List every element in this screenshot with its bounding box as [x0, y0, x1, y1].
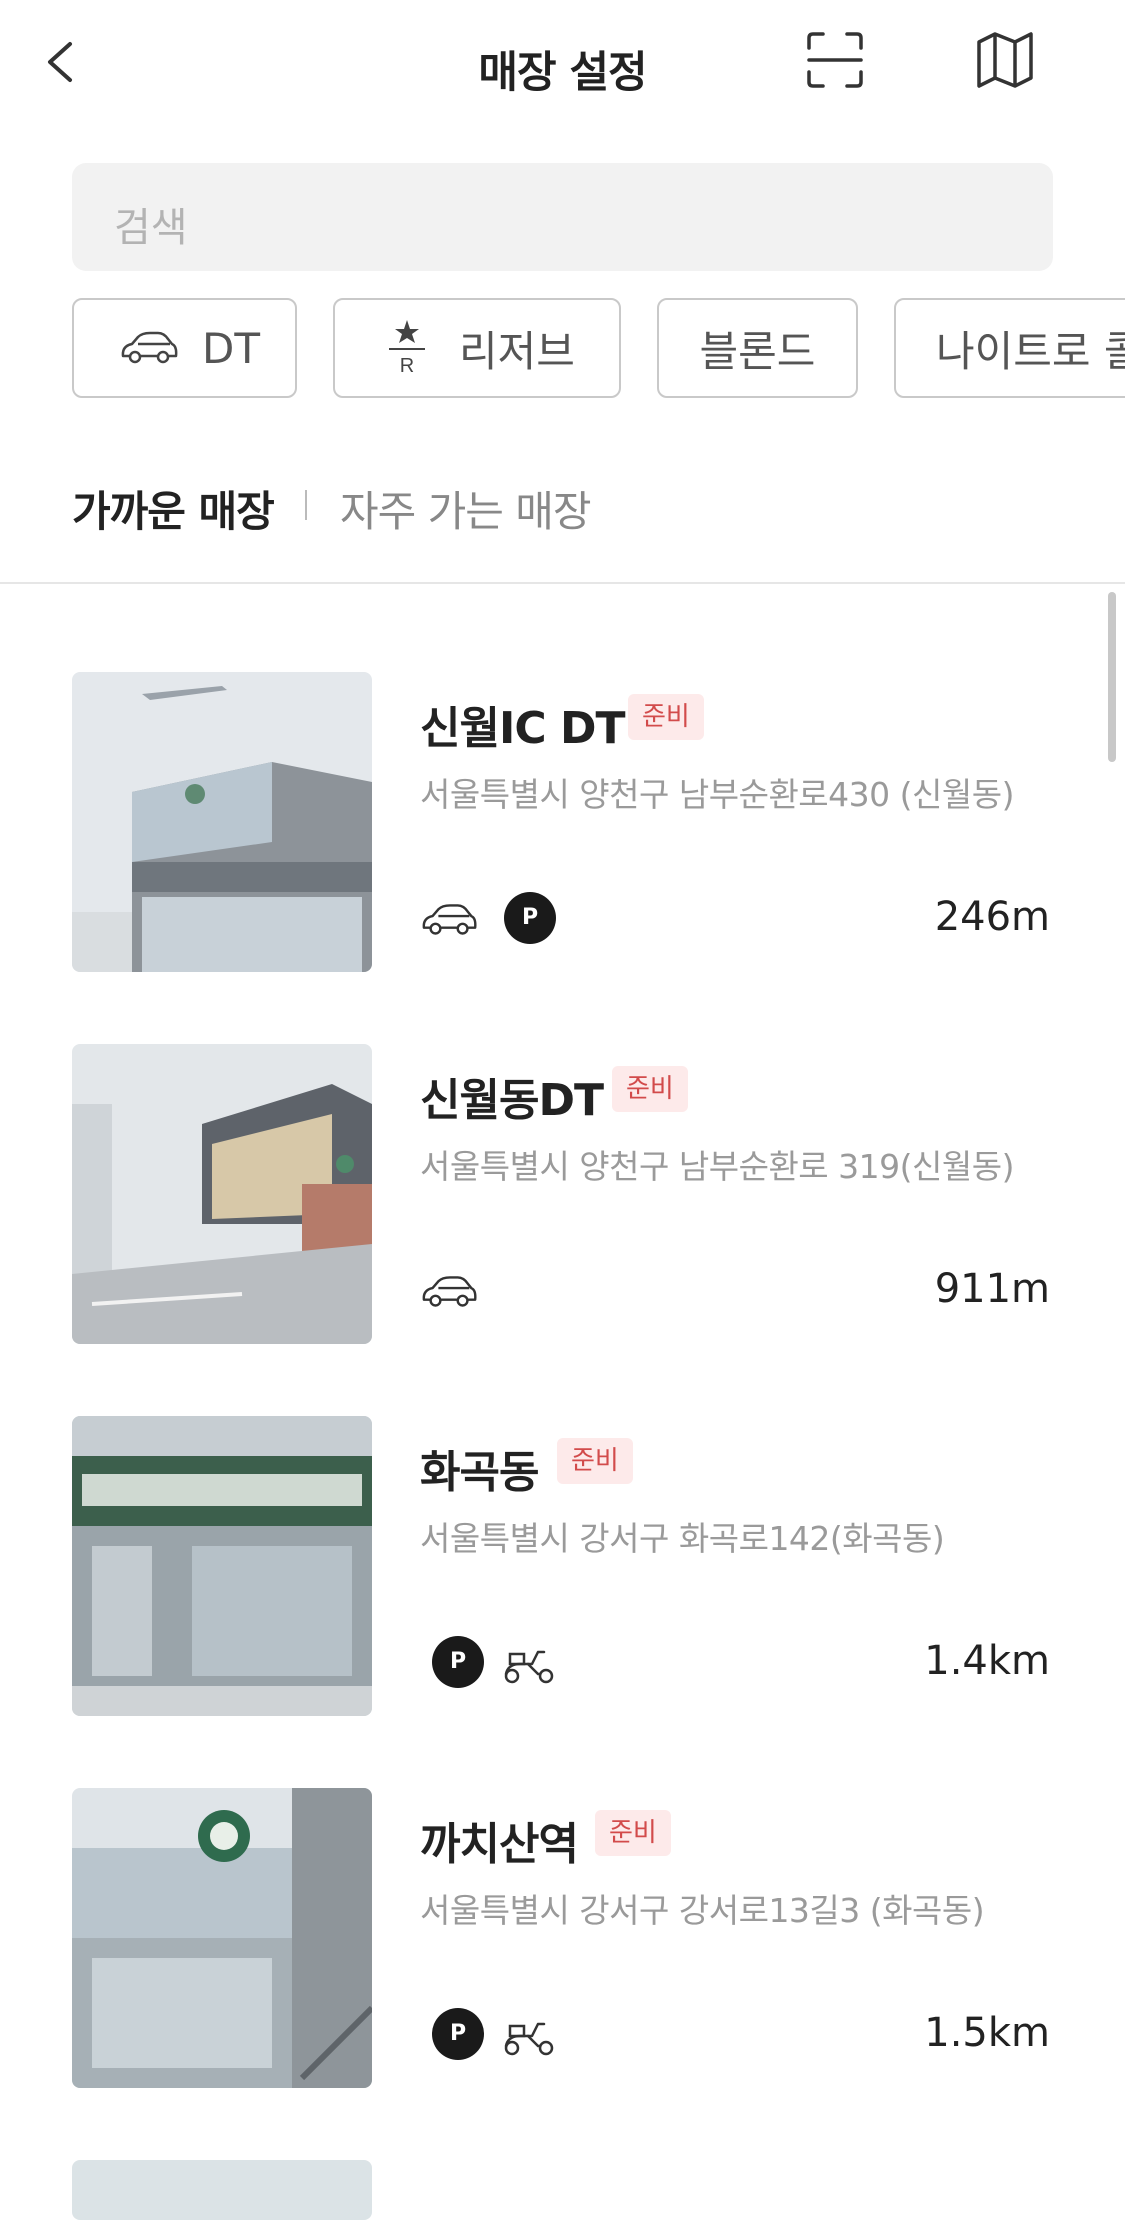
tab-separator	[305, 490, 307, 520]
map-icon	[977, 32, 1033, 88]
store-distance: 1.5km	[924, 2010, 1050, 2056]
scan-frame-icon	[807, 32, 863, 88]
store-item[interactable]: 화곡동 준비 서울특별시 강서구 화곡로142(화곡동) P 1.4km	[0, 1416, 1125, 1716]
store-address: 서울특별시 강서구 화곡로142(화곡동)	[420, 1519, 945, 1558]
parking-icon: P	[432, 2008, 484, 2060]
filter-chip-label: 나이트로 콜	[936, 326, 1125, 376]
store-address: 서울특별시 양천구 남부순환로 319(신월동)	[420, 1147, 1014, 1186]
search-placeholder: 검색	[114, 205, 188, 251]
reserve-star-icon: R	[389, 320, 425, 377]
parking-icon: P	[504, 892, 556, 944]
tab-nearby-stores[interactable]: 가까운 매장	[72, 478, 275, 539]
filter-chip-nitro[interactable]: 나이트로 콜	[894, 298, 1125, 398]
scooter-delivery-icon	[504, 1650, 554, 1684]
car-icon	[422, 904, 477, 935]
divider	[0, 582, 1125, 584]
store-item[interactable]: 신월동DT 준비 서울특별시 양천구 남부순환로 319(신월동) 911m	[0, 1044, 1125, 1344]
tab-frequent-stores[interactable]: 자주 가는 매장	[340, 478, 592, 539]
status-badge: 준비	[557, 1438, 633, 1484]
car-icon	[121, 331, 178, 364]
store-photo	[72, 672, 372, 972]
store-photo	[72, 1044, 372, 1344]
store-name: 신월동DT	[420, 1075, 604, 1126]
search-input[interactable]: 검색	[72, 163, 1053, 271]
store-address: 서울특별시 강서구 강서로13길3 (화곡동)	[420, 1891, 985, 1930]
header: 매장 설정	[0, 0, 1125, 130]
svg-text:R: R	[400, 355, 414, 377]
filter-chips: DT R 리저브 블론드 나이트로 콜	[0, 298, 1125, 402]
store-distance: 911m	[934, 1266, 1050, 1312]
filter-chip-reserve[interactable]: R 리저브	[333, 298, 621, 398]
status-badge: 준비	[595, 1810, 671, 1856]
filter-chip-blonde[interactable]: 블론드	[657, 298, 858, 398]
filter-chip-label: 리저브	[459, 326, 575, 376]
store-item[interactable]: 까치산역 준비 서울특별시 강서구 강서로13길3 (화곡동) P 1.5km	[0, 1788, 1125, 2088]
scan-button[interactable]	[805, 30, 865, 90]
store-distance: 1.4km	[924, 1638, 1050, 1684]
map-button[interactable]	[975, 30, 1035, 90]
store-photo	[72, 1416, 372, 1716]
store-photo	[72, 1788, 372, 2088]
store-name: 신월IC DT	[420, 703, 625, 754]
filter-chip-dt[interactable]: DT	[72, 298, 297, 398]
parking-icon: P	[432, 1636, 484, 1688]
store-address: 서울특별시 양천구 남부순환로430 (신월동)	[420, 775, 1014, 814]
store-name: 까치산역	[420, 1819, 579, 1870]
store-name: 화곡동	[420, 1447, 539, 1498]
scooter-delivery-icon	[504, 2022, 554, 2056]
store-distance: 246m	[934, 894, 1050, 940]
store-item[interactable]: 신월IC DT 준비 서울특별시 양천구 남부순환로430 (신월동) P 24…	[0, 672, 1125, 972]
page-title: 매장 설정	[478, 48, 647, 98]
car-icon	[422, 1276, 477, 1307]
filter-chip-label: DT	[202, 323, 260, 373]
filter-chip-label: 블론드	[699, 326, 816, 376]
status-badge: 준비	[628, 694, 704, 740]
status-badge: 준비	[612, 1066, 688, 1112]
store-photo-partial	[72, 2160, 372, 2220]
